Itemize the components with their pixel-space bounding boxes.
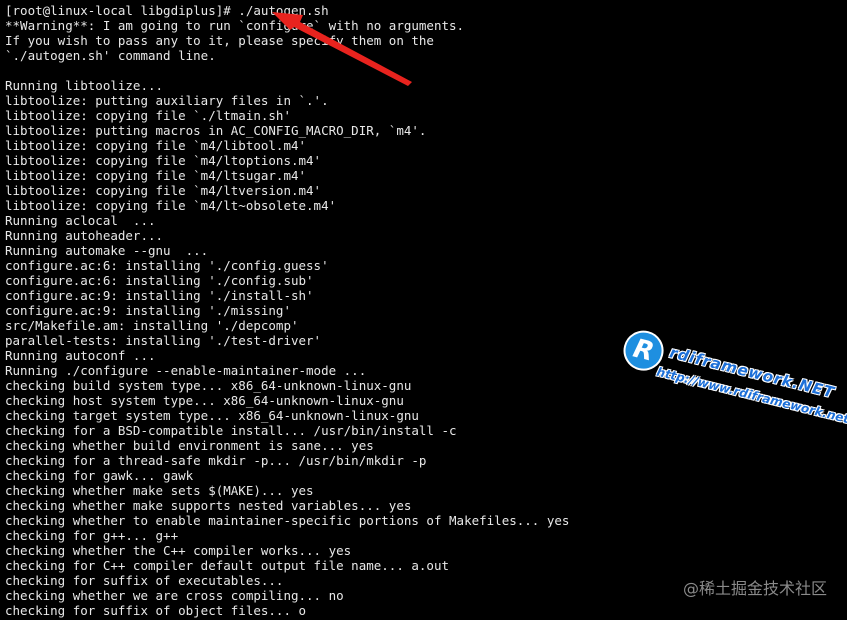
terminal-line: Running libtoolize... [5, 78, 164, 93]
terminal-line: libtoolize: copying file `m4/ltversion.m… [5, 183, 322, 198]
terminal-line: `./autogen.sh' command line. [5, 48, 216, 63]
terminal-line: libtoolize: copying file `m4/ltsugar.m4' [5, 168, 307, 183]
terminal-line: If you wish to pass any to it, please sp… [5, 33, 434, 48]
terminal-line: libtoolize: copying file `m4/ltoptions.m… [5, 153, 322, 168]
terminal-line: checking whether to enable maintainer-sp… [5, 513, 570, 528]
terminal-line: configure.ac:6: installing './config.sub… [5, 273, 314, 288]
terminal-line: configure.ac:6: installing './config.gue… [5, 258, 329, 273]
terminal-line: Running autoheader... [5, 228, 164, 243]
juejin-watermark: @稀土掘金技术社区 [682, 579, 827, 598]
terminal-line: libtoolize: putting macros in AC_CONFIG_… [5, 123, 427, 138]
terminal-line: checking whether the C++ compiler works.… [5, 543, 352, 558]
terminal-window[interactable]: [root@linux-local libgdiplus]# ./autogen… [0, 0, 847, 620]
terminal-line: configure.ac:9: installing './install-sh… [5, 288, 314, 303]
terminal-line: libtoolize: copying file `m4/lt~obsolete… [5, 198, 337, 213]
terminal-line: checking whether make supports nested va… [5, 498, 412, 513]
terminal-line: checking for gawk... gawk [5, 468, 194, 483]
terminal-line: Running aclocal ... [5, 213, 156, 228]
terminal-line: checking whether make sets $(MAKE)... ye… [5, 483, 314, 498]
terminal-line: configure.ac:9: installing './missing' [5, 303, 291, 318]
terminal-line: **Warning**: I am going to run `configur… [5, 18, 465, 33]
terminal-line: [root@linux-local libgdiplus]# ./autogen… [5, 3, 329, 18]
terminal-output: [root@linux-local libgdiplus]# ./autogen… [5, 3, 847, 618]
terminal-line: checking for g++... g++ [5, 528, 179, 543]
terminal-line: checking for C++ compiler default output… [5, 558, 450, 573]
terminal-line: Running automake --gnu ... [5, 243, 209, 258]
terminal-line: checking for suffix of object files... o [5, 603, 307, 618]
terminal-line: libtoolize: putting auxiliary files in `… [5, 93, 329, 108]
terminal-line: src/Makefile.am: installing './depcomp' [5, 318, 299, 333]
terminal-line: libtoolize: copying file `m4/libtool.m4' [5, 138, 307, 153]
terminal-line: libtoolize: copying file `./ltmain.sh' [5, 108, 291, 123]
